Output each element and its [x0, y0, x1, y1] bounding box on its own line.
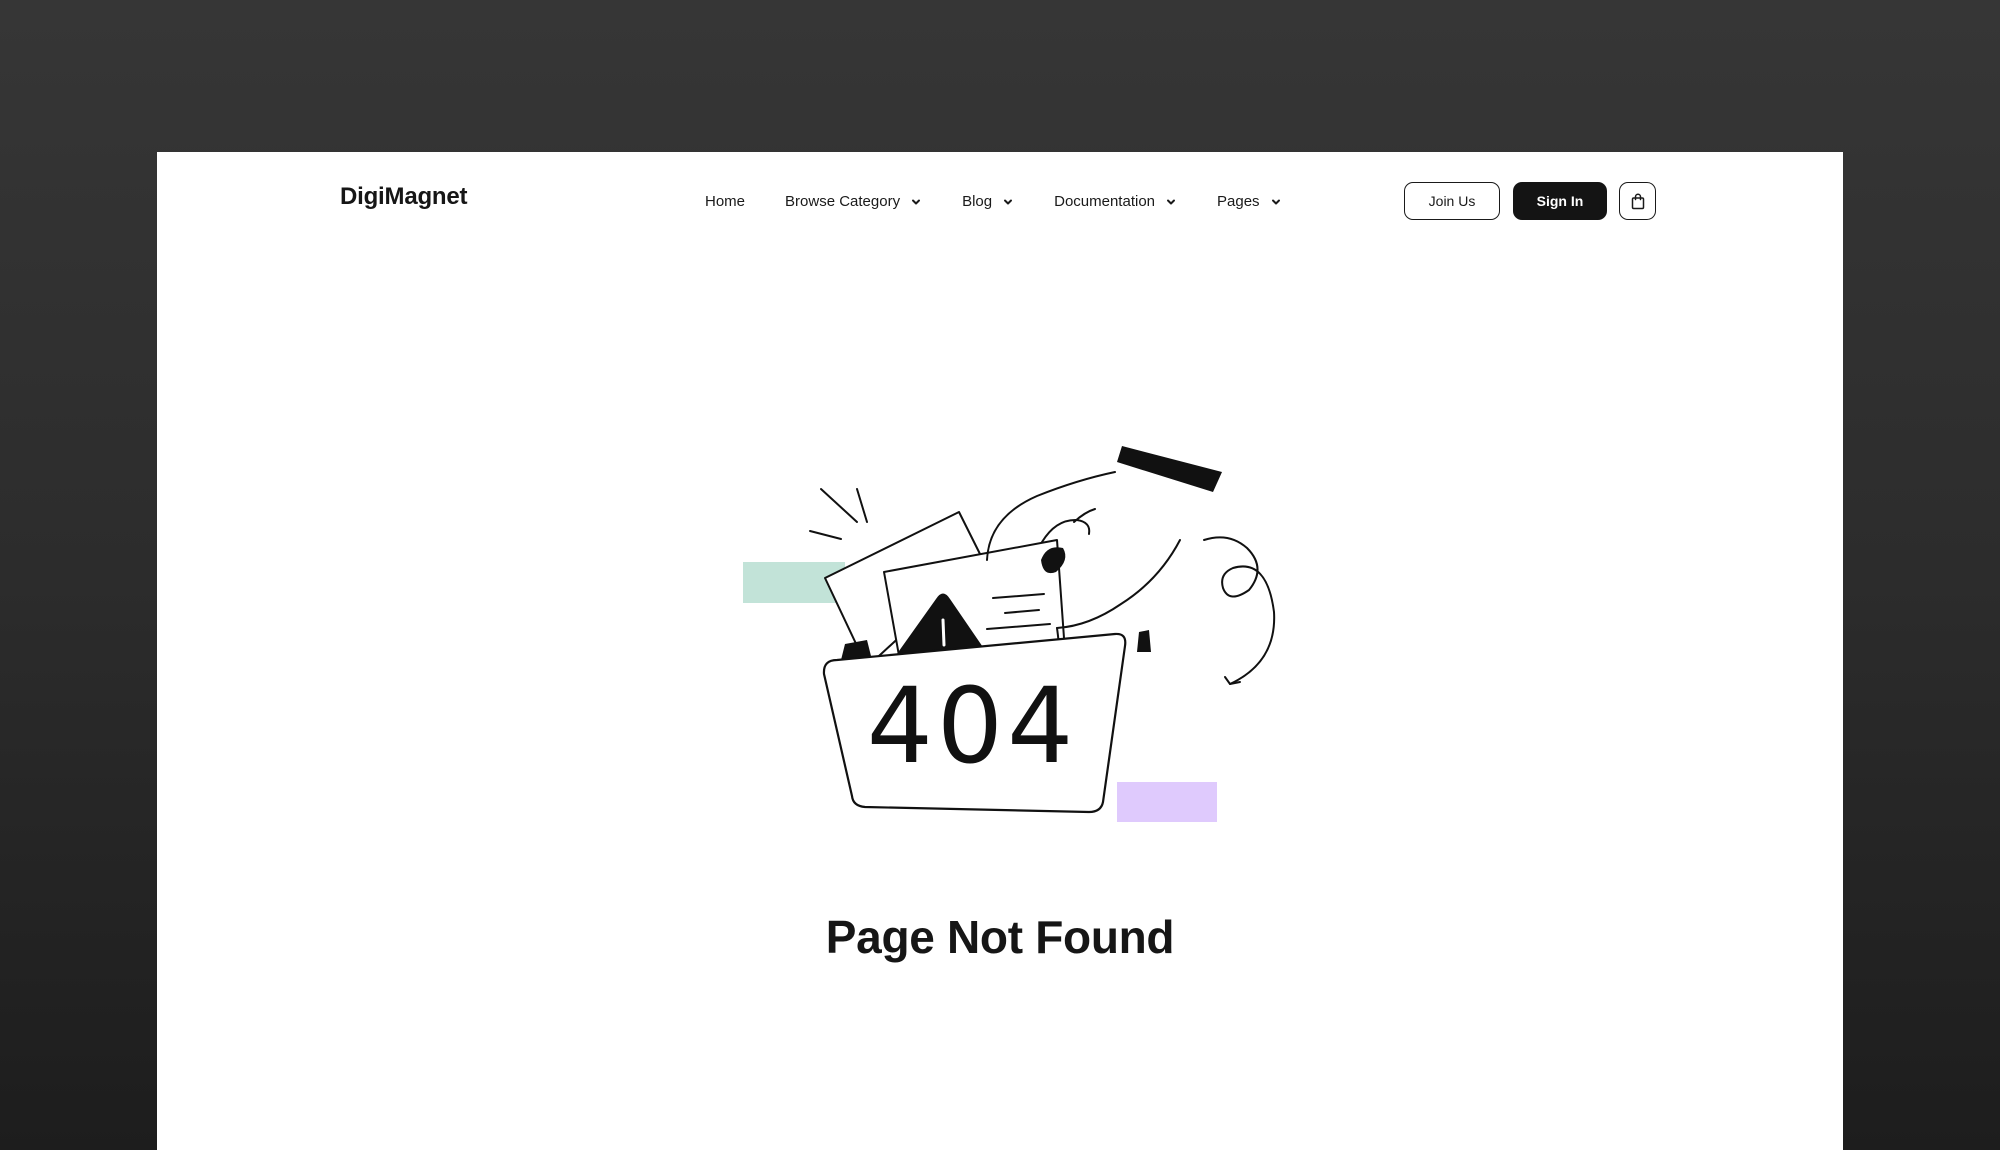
- accent-purple-block: [1117, 782, 1217, 822]
- chevron-down-icon: [1271, 199, 1280, 204]
- nav-item-home-label: Home: [705, 193, 746, 210]
- site-logo[interactable]: DigiMagnet: [340, 183, 468, 211]
- shopping-bag-icon: [1631, 193, 1644, 209]
- chevron-down-icon: [1004, 199, 1013, 204]
- chevron-down-icon: [912, 199, 921, 204]
- nav-item-blog[interactable]: Blog: [962, 193, 1014, 210]
- page-title: Page Not Found: [825, 911, 1175, 963]
- sign-in-button[interactable]: Sign In: [1513, 182, 1607, 220]
- cart-button[interactable]: [1619, 182, 1656, 220]
- browser-page: DigiMagnet Home Browse Category Blog Doc…: [157, 152, 1843, 1150]
- sleeve-cuff: [1117, 446, 1222, 492]
- nav-item-documentation-label: Documentation: [1054, 193, 1156, 210]
- nav-item-blog-label: Blog: [962, 193, 993, 210]
- burst-lines: [809, 488, 868, 540]
- main-navigation: Home Browse Category Blog Documentation …: [705, 193, 1282, 210]
- nav-item-browse-category[interactable]: Browse Category: [785, 193, 922, 210]
- error-code: 404: [867, 665, 1078, 787]
- join-us-button[interactable]: Join Us: [1404, 182, 1500, 220]
- nav-item-pages-label: Pages: [1217, 193, 1260, 210]
- curly-arrow-icon: [1203, 536, 1276, 685]
- nav-item-browse-category-label: Browse Category: [785, 193, 901, 210]
- error-404-illustration: 404: [743, 446, 1276, 822]
- nav-item-documentation[interactable]: Documentation: [1054, 193, 1177, 210]
- chevron-down-icon: [1167, 199, 1176, 204]
- nav-item-home[interactable]: Home: [705, 193, 745, 210]
- nav-item-pages[interactable]: Pages: [1217, 193, 1282, 210]
